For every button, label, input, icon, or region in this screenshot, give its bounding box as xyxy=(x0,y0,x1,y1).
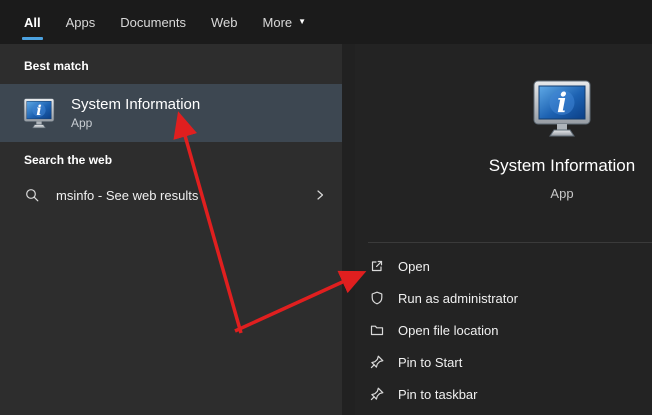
open-file-location-action[interactable]: Open file location xyxy=(355,314,652,346)
best-match-item[interactable]: System Information App xyxy=(0,84,342,142)
tab-web[interactable]: Web xyxy=(211,0,238,44)
tab-apps[interactable]: Apps xyxy=(66,0,96,44)
action-label: Pin to taskbar xyxy=(398,386,478,402)
admin-shield-icon xyxy=(371,291,383,305)
search-filter-tabs: All Apps Documents Web More ▼ xyxy=(0,0,652,44)
system-information-monitor-icon xyxy=(23,98,55,129)
search-the-web-header: Search the web xyxy=(24,153,113,167)
tab-documents[interactable]: Documents xyxy=(120,0,186,44)
best-match-type: App xyxy=(71,116,93,130)
preview-hero: System Information App xyxy=(355,78,652,201)
pin-icon xyxy=(370,355,384,369)
best-match-title: System Information xyxy=(71,96,201,113)
system-information-monitor-icon xyxy=(533,80,591,137)
web-suggestion-item[interactable]: msinfo - See web results xyxy=(0,176,342,214)
chevron-right-icon[interactable] xyxy=(312,187,328,203)
action-label: Open xyxy=(398,258,430,274)
preview-app-type: App xyxy=(550,186,574,201)
folder-icon xyxy=(370,325,384,336)
run-as-administrator-action[interactable]: Run as administrator xyxy=(355,282,652,314)
pin-to-taskbar-action[interactable]: Pin to taskbar xyxy=(355,378,652,410)
pin-icon xyxy=(370,387,384,401)
windows-search-window: All Apps Documents Web More ▼ Best match… xyxy=(0,0,652,415)
web-suggestion-text: msinfo - See web results xyxy=(56,187,199,203)
preview-app-title: System Information xyxy=(488,156,636,175)
action-list: Open Run as administrator Open file loca… xyxy=(355,250,652,410)
pin-to-start-action[interactable]: Pin to Start xyxy=(355,346,652,378)
action-label: Open file location xyxy=(398,322,499,338)
open-action[interactable]: Open xyxy=(355,250,652,282)
search-results-panel: Best match System Information App Search… xyxy=(0,44,342,415)
tab-more[interactable]: More ▼ xyxy=(263,0,307,44)
chevron-down-icon: ▼ xyxy=(298,17,307,26)
best-match-header: Best match xyxy=(24,59,89,73)
action-label: Pin to Start xyxy=(398,354,463,370)
search-icon xyxy=(26,189,39,202)
action-label: Run as administrator xyxy=(398,290,518,306)
tab-more-label: More xyxy=(262,14,293,30)
preview-panel: System Information App Open Run as admin… xyxy=(355,44,652,415)
open-icon xyxy=(371,260,383,272)
preview-divider xyxy=(368,242,652,243)
tab-all[interactable]: All xyxy=(22,0,43,44)
